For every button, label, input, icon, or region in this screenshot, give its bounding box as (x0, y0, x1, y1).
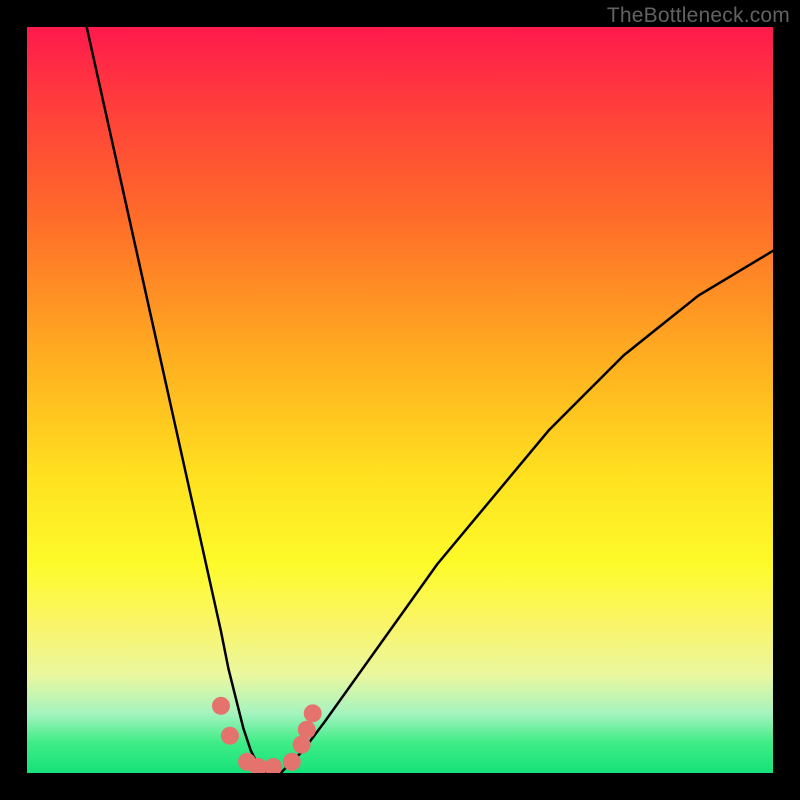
marker-layer (212, 697, 322, 773)
curve-layer (87, 27, 773, 773)
marker-point (298, 721, 316, 739)
marker-point (283, 753, 301, 771)
chart-svg (27, 27, 773, 773)
plot-area (27, 27, 773, 773)
chart-container: TheBottleneck.com (0, 0, 800, 800)
marker-point (221, 727, 239, 745)
bottleneck-curve (87, 27, 773, 773)
marker-point (212, 697, 230, 715)
watermark-text: TheBottleneck.com (607, 4, 790, 28)
marker-point (264, 758, 282, 773)
marker-point (304, 704, 322, 722)
